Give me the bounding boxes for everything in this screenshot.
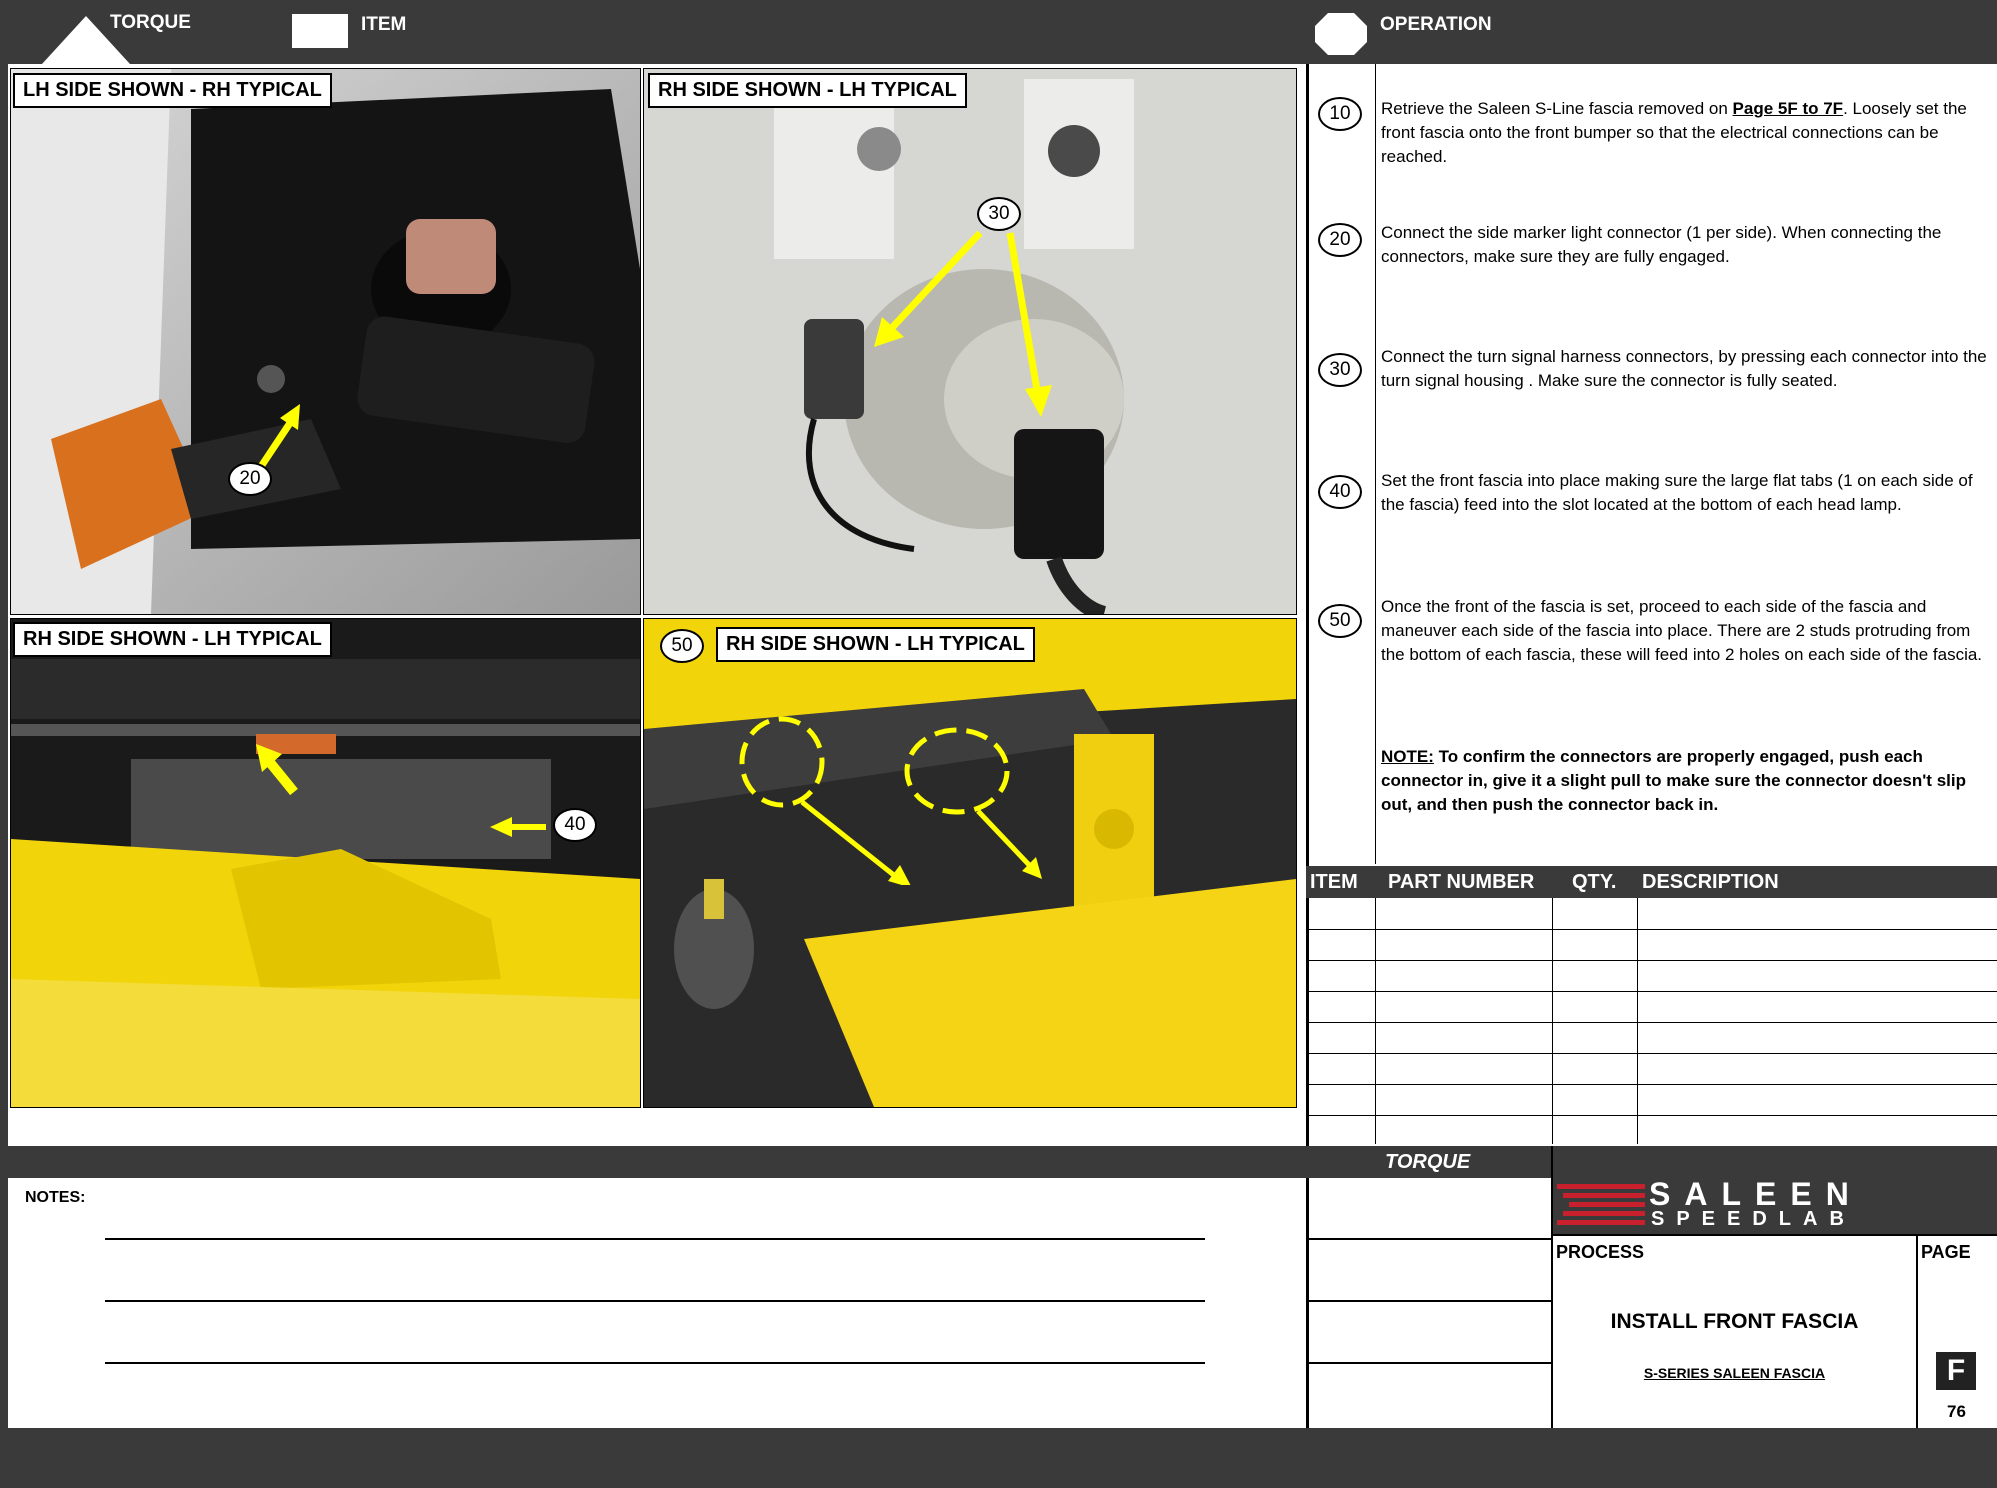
footer-band (0, 1146, 1997, 1178)
header-torque-label: TORQUE (110, 12, 191, 33)
step-10-page-link[interactable]: Page 5F to 7F (1733, 99, 1844, 118)
photo-side-marker-image (11, 69, 640, 614)
step-40-number: 40 (1318, 475, 1362, 509)
step-20-number: 20 (1318, 223, 1362, 257)
stud-highlight-icon (739, 716, 1042, 885)
torque-cell-line (1306, 1238, 1551, 1240)
photo-side-marker (10, 68, 641, 615)
step-30-text: Connect the turn signal harness connecto… (1381, 347, 1987, 390)
table-row (1306, 1022, 1997, 1023)
note-line (105, 1300, 1205, 1302)
step-50-number: 50 (1318, 604, 1362, 638)
step-30-number: 30 (1318, 353, 1362, 387)
table-col-line (1375, 898, 1376, 1144)
table-row (1306, 1115, 1997, 1116)
step-50-text: Once the front of the fascia is set, pro… (1381, 597, 1983, 664)
table-row (1306, 1084, 1997, 1085)
note-label: NOTE: (1381, 747, 1434, 766)
photo-flat-tab-image (11, 619, 640, 1107)
step-10-number: 10 (1318, 97, 1362, 131)
arrow-icon (256, 744, 298, 796)
torque-cell-line (1306, 1362, 1551, 1364)
callout-40: 40 (553, 808, 597, 842)
step-20-text: Connect the side marker light connector … (1381, 223, 1942, 266)
arrow-icon (490, 817, 546, 837)
photo-flat-tab (10, 618, 641, 1108)
process-top-border (1551, 1234, 1997, 1236)
ops-step-column-divider (1375, 64, 1376, 864)
table-row (1306, 960, 1997, 961)
process-subtitle: S-SERIES SALEEN FASCIA (1643, 1365, 1826, 1381)
footer-notes-label: NOTES: (25, 1189, 86, 1206)
ops-left-border (1306, 64, 1309, 1428)
arrow-icon (874, 230, 1052, 417)
note-line (105, 1238, 1205, 1240)
page-letter: F (1936, 1352, 1976, 1390)
header-operation-label: OPERATION (1380, 14, 1492, 35)
note-line (105, 1362, 1205, 1364)
torque-cell-line (1306, 1300, 1551, 1302)
photo-turn-signal-caption: RH SIDE SHOWN - LH TYPICAL (648, 73, 967, 108)
saleen-logo: SALEEN SPEEDLAB (1553, 1176, 1997, 1234)
page-number: 76 (1947, 1402, 1966, 1421)
step-10-text: Retrieve the Saleen S-Line fascia remove… (1381, 97, 1993, 169)
parts-col-item: ITEM (1310, 871, 1358, 893)
process-title: INSTALL FRONT FASCIA (1610, 1310, 1859, 1333)
page-label: PAGE (1921, 1242, 1971, 1262)
table-row (1306, 1053, 1997, 1054)
header-item-label: ITEM (361, 14, 407, 35)
table-row (1306, 991, 1997, 992)
table-col-line (1637, 898, 1638, 1144)
parts-col-description: DESCRIPTION (1642, 871, 1779, 893)
photo-studs-caption: RH SIDE SHOWN - LH TYPICAL (716, 627, 1035, 662)
item-square-icon (292, 14, 348, 48)
callout-30: 30 (977, 197, 1021, 231)
bottom-bar (0, 1428, 1997, 1488)
note-body: To confirm the connectors are properly e… (1381, 747, 1966, 814)
footer-torque-label: TORQUE (1385, 1151, 1471, 1173)
photo-side-marker-caption: LH SIDE SHOWN - RH TYPICAL (13, 73, 332, 108)
callout-20: 20 (228, 462, 272, 496)
page-left-border (1916, 1234, 1918, 1428)
operation-octagon-icon (1315, 13, 1367, 55)
header-left-border (0, 0, 8, 1488)
step-40-text: Set the front fascia into place making s… (1381, 471, 1973, 514)
brand-bottom: SPEEDLAB (1651, 1208, 1856, 1230)
table-col-line (1552, 898, 1553, 1144)
table-row (1306, 929, 1997, 930)
note-text: NOTE: To confirm the connectors are prop… (1381, 745, 1993, 817)
photo-flat-tab-caption: RH SIDE SHOWN - LH TYPICAL (13, 622, 332, 657)
step-10-text-pre: Retrieve the Saleen S-Line fascia remove… (1381, 99, 1733, 118)
logo-stripes-icon (1557, 1184, 1645, 1225)
process-label: PROCESS (1556, 1242, 1645, 1262)
callout-50: 50 (660, 629, 704, 663)
parts-col-part-number: PART NUMBER (1388, 871, 1535, 893)
parts-col-qty: QTY. (1572, 871, 1617, 893)
